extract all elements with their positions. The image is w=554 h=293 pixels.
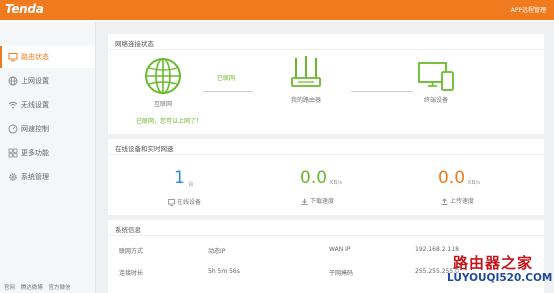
download-speed-label: 下载速度: [301, 196, 334, 205]
sidebar-item-label: 系统管理: [21, 173, 49, 181]
internet-label: 互联网: [153, 101, 172, 108]
online-devices-label[interactable]: 在线设备: [168, 197, 201, 206]
terminal-label: 终端设备: [423, 97, 448, 104]
watermark-url: LUYOUQI520.COM: [447, 272, 553, 284]
internet-node: 互联网: [138, 56, 188, 108]
link-status: 已联网: [217, 75, 236, 82]
globe-icon: [8, 76, 18, 86]
gear-icon: [8, 172, 18, 182]
upload-speed-label: 上传速度: [441, 196, 474, 205]
sidebar-item-label: 更多功能: [21, 149, 49, 157]
connection-type-value: 动态IP: [208, 248, 226, 255]
panel-title: 在线设备和实时网速: [115, 145, 174, 153]
sidebar-item-label: 上网设置: [21, 77, 49, 85]
wifi-icon: [8, 100, 18, 110]
download-speed-unit: KB/s: [330, 180, 343, 186]
download-speed-value: 0.0: [300, 168, 328, 188]
sidebar-item-label: 无线设置: [21, 101, 49, 109]
connection-type-key: 联网方式: [119, 248, 144, 255]
panel-title: 网络连接状态: [115, 40, 154, 48]
sidebar: 路由状态 上网设置 无线设置 网速控制 更多功能 系统管理: [0, 22, 96, 293]
sidebar-item-label: 路由状态: [21, 53, 49, 61]
online-devices-unit: 台: [188, 182, 194, 188]
monitor-icon: [8, 52, 18, 62]
footer-link-weibo[interactable]: 腾达微博: [21, 285, 43, 291]
sidebar-item-speed-control[interactable]: 网速控制: [0, 118, 95, 140]
footer-link-website[interactable]: 官网: [4, 285, 15, 291]
speedometer-icon: [8, 124, 18, 134]
devices-icon: [168, 199, 177, 206]
footer-links: 官网 腾达微博 官方微信: [4, 283, 75, 291]
devices-icon: [411, 60, 461, 94]
upload-speed-unit: KB/s: [468, 180, 481, 186]
network-status-panel: 网络连接状态 互联网 已联网 我的路由器 终端设备 已联网，您可以上网了！: [108, 34, 544, 134]
divider: [108, 49, 544, 50]
router-icon: [278, 54, 334, 96]
divider: [108, 235, 544, 236]
app-remote-management-link[interactable]: APP远程管理: [511, 5, 546, 14]
watermark-title: 路由器之家: [453, 254, 534, 272]
download-icon: [301, 198, 310, 205]
sidebar-item-more-features[interactable]: 更多功能: [0, 142, 95, 164]
sidebar-item-system-management[interactable]: 系统管理: [0, 166, 95, 188]
top-bar: Tenda APP远程管理: [0, 0, 554, 20]
subnet-mask-key: 子网掩码: [329, 270, 354, 277]
router-node: 我的路由器: [278, 54, 334, 104]
upload-speed-value: 0.0: [438, 168, 466, 188]
tenda-logo[interactable]: Tenda: [5, 2, 44, 16]
panel-title: 系统信息: [115, 226, 141, 234]
terminal-node: 终端设备: [411, 60, 461, 104]
sidebar-item-router-status[interactable]: 路由状态: [0, 46, 95, 68]
online-devices-count: 1: [174, 168, 185, 188]
globe-icon: [138, 56, 188, 96]
online-message: 已联网，您可以上网了！: [136, 118, 203, 125]
site-watermark: 路由器之家 LUYOUQI520.COM: [447, 252, 554, 293]
router-label: 我的路由器: [290, 97, 321, 104]
divider: [108, 154, 544, 155]
online-devices-label-text: 在线设备: [177, 199, 202, 206]
connection-line-devices: [351, 91, 413, 92]
wan-ip-key: WAN IP: [329, 246, 351, 253]
uptime-value: 5h 5m 56s: [208, 268, 240, 275]
download-speed-label-text: 下载速度: [310, 198, 335, 205]
sidebar-item-label: 网速控制: [21, 125, 49, 133]
grid-icon: [8, 148, 18, 158]
realtime-panel: 在线设备和实时网速 1 台 在线设备 0.0 KB/s 下载速度 0.0 KB/…: [108, 139, 544, 215]
upload-icon: [441, 198, 450, 205]
sidebar-item-internet-settings[interactable]: 上网设置: [0, 70, 95, 92]
sidebar-item-wireless-settings[interactable]: 无线设置: [0, 94, 95, 116]
uptime-key: 连接时长: [119, 270, 144, 277]
connection-line-internet: [203, 91, 253, 92]
upload-speed-label-text: 上传速度: [450, 198, 475, 205]
footer-link-wechat[interactable]: 官方微信: [49, 285, 71, 291]
